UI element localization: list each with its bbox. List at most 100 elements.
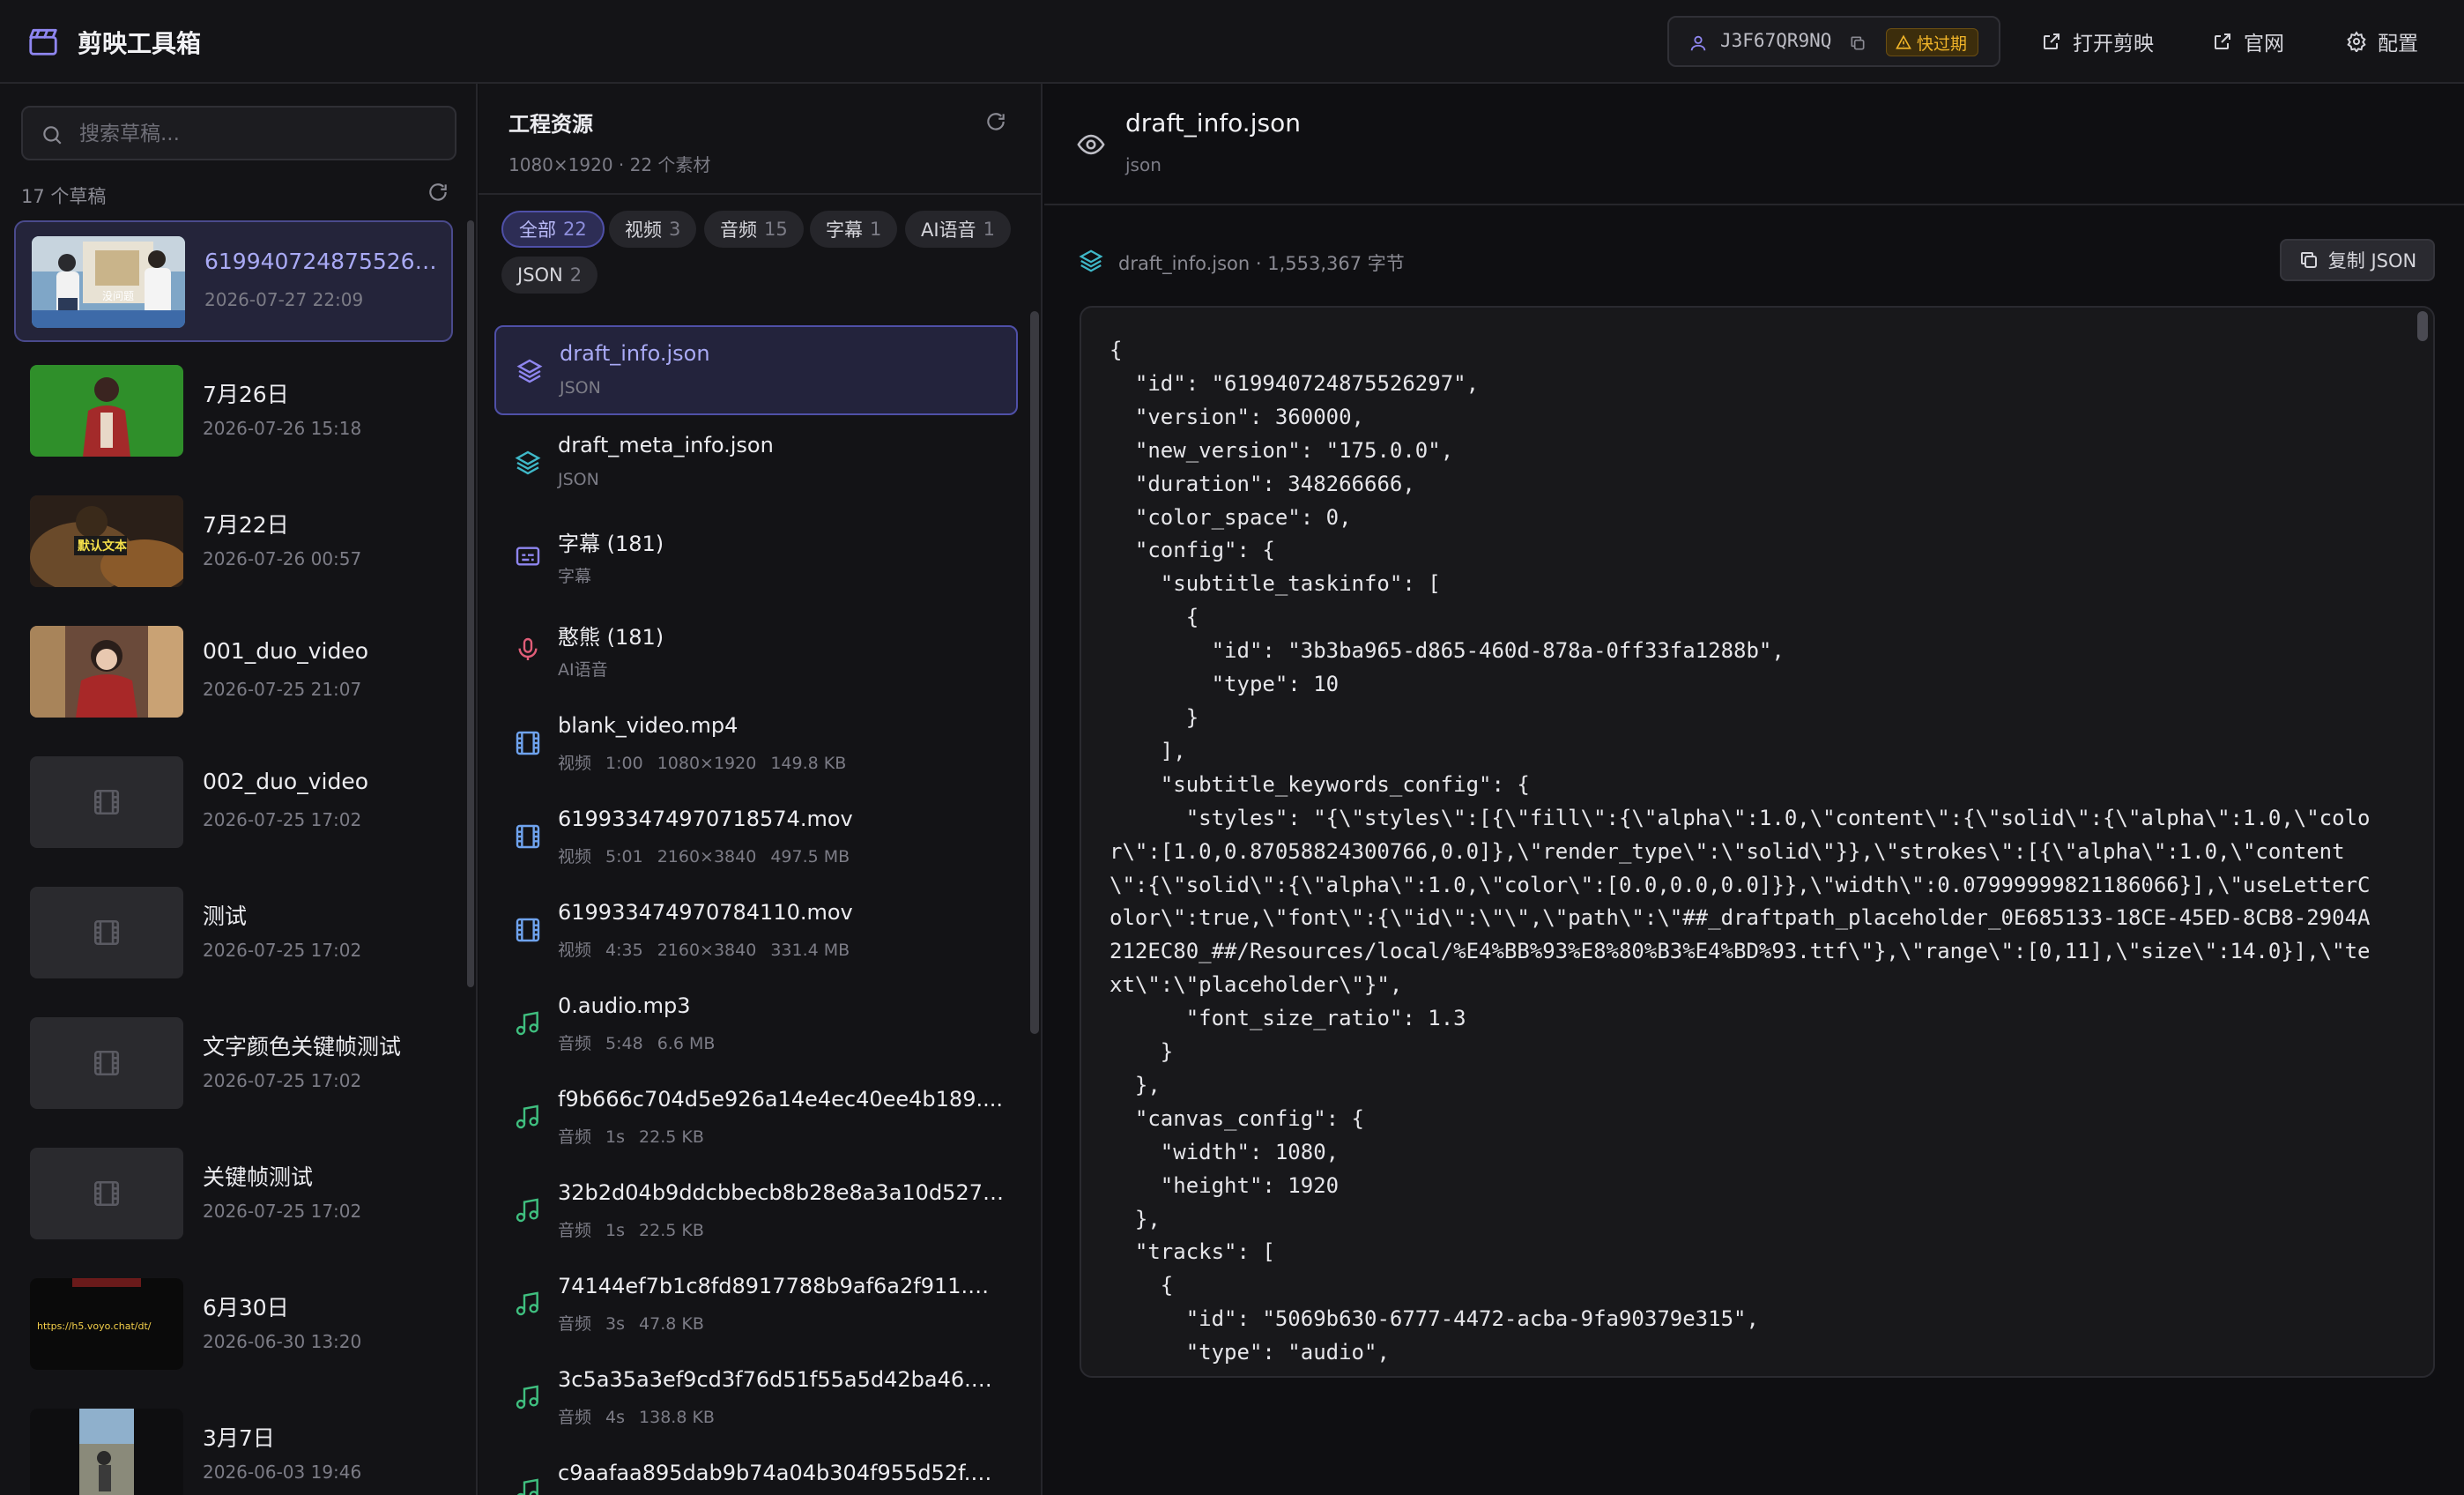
resource-item[interactable]: 619933474970784110.mov 视频 4:35 2160×3840 33… bbox=[494, 886, 1018, 976]
account-id: J3F67QR9NQ bbox=[1720, 30, 1832, 51]
resource-item[interactable]: 619933474970718574.mov 视频 5:01 2160×3840 49… bbox=[494, 792, 1018, 882]
app-root: 剪映工具箱 J3F67QR9NQ 快过期 打开剪映 官网 配置 搜索草稿... … bbox=[0, 0, 2464, 1495]
music-icon bbox=[516, 1011, 538, 1036]
sidebar-scrollbar[interactable] bbox=[467, 220, 474, 987]
draft-item[interactable]: 默认文本 7月22日 2026-07-26 00:57 bbox=[14, 481, 453, 603]
resource-item[interactable]: draft_meta_info.json JSON bbox=[494, 419, 1018, 509]
draft-sidebar: 17 个草稿 没问题 bbox=[0, 84, 478, 1495]
resources-panel: 工程资源 1080×1920 · 22 个素材 全部 22 视频 3 音频 15 字幕… bbox=[479, 84, 1043, 1495]
resource-kind: 音频 bbox=[558, 1127, 592, 1147]
resource-size: 497.5 MB bbox=[770, 847, 850, 867]
settings-button[interactable]: 配置 bbox=[2346, 25, 2418, 58]
chip-count: 1 bbox=[870, 219, 882, 240]
thumbnail-caption: https://h5.voyo.chat/dt/ bbox=[37, 1320, 152, 1332]
search-input[interactable] bbox=[79, 118, 441, 150]
resource-item[interactable]: 0.audio.mp3 音频 5:48 6.6 MB bbox=[494, 979, 1018, 1069]
filter-chip-audio[interactable]: 音频 15 bbox=[704, 211, 804, 248]
draft-thumbnail bbox=[30, 365, 183, 457]
open-jianying-button[interactable]: 打开剪映 bbox=[2041, 25, 2154, 58]
resource-name: 74144ef7b1c8fd8917788b9af6a2f911.mp3 bbox=[558, 1274, 1007, 1298]
draft-item[interactable]: 文字颜色关键帧测试 2026-07-25 17:02 bbox=[14, 1003, 453, 1125]
draft-name: 7月22日 bbox=[203, 512, 289, 538]
chip-label: JSON bbox=[517, 264, 563, 286]
user-icon bbox=[1690, 35, 1706, 51]
json-code-viewer[interactable]: { "id": "619940724875526297", "version":… bbox=[1080, 306, 2435, 1378]
resource-name: 字幕 (181) bbox=[558, 532, 664, 556]
draft-item[interactable]: 测试 2026-07-25 17:02 bbox=[14, 873, 453, 994]
draft-item[interactable]: 7月26日 2026-07-26 15:18 bbox=[14, 351, 453, 472]
resource-item[interactable]: 憨熊 (181) AI语音 bbox=[494, 606, 1018, 695]
resource-meta: 字幕 bbox=[558, 563, 605, 587]
resource-item[interactable]: 字幕 (181) 字幕 bbox=[494, 512, 1018, 602]
resource-name: 3c5a35a3ef9cd3f76d51f55a5d42ba46.m... bbox=[558, 1367, 1007, 1392]
filter-chip-json[interactable]: JSON 2 bbox=[501, 257, 598, 294]
music-icon bbox=[516, 1385, 538, 1409]
resources-scrollbar[interactable] bbox=[1030, 311, 1039, 1034]
draft-name: 6199407248755262... bbox=[204, 249, 442, 274]
refresh-icon[interactable] bbox=[984, 110, 1007, 133]
copy-icon[interactable] bbox=[1849, 34, 1867, 52]
draft-thumbnail-image bbox=[30, 1409, 183, 1495]
copy-json-button[interactable]: 复制 JSON bbox=[2280, 239, 2435, 281]
resource-meta: 音频 3s 47.8 KB bbox=[558, 1311, 718, 1335]
resource-size: 47.8 KB bbox=[639, 1314, 704, 1334]
resource-kind: AI语音 bbox=[558, 660, 608, 680]
divider bbox=[479, 193, 1041, 195]
draft-item[interactable]: 3月7日 2026-06-03 19:46 bbox=[14, 1395, 453, 1495]
resource-meta: 音频 1s 22.5 KB bbox=[558, 1124, 718, 1148]
account-panel: J3F67QR9NQ 快过期 bbox=[1667, 16, 2000, 67]
resources-subtitle: 1080×1920 · 22 个素材 bbox=[508, 154, 711, 175]
resource-name: c9aafaa895dab9b74a04b304f955d52f.m... bbox=[558, 1461, 1007, 1485]
chip-count: 1 bbox=[983, 219, 995, 240]
refresh-icon[interactable] bbox=[427, 181, 449, 204]
draft-item[interactable]: 002_duo_video 2026-07-25 17:02 bbox=[14, 742, 453, 864]
film-icon bbox=[93, 919, 120, 946]
resource-item[interactable]: 3c5a35a3ef9cd3f76d51f55a5d42ba46.m... 音频… bbox=[494, 1353, 1018, 1443]
resource-name: 619933474970718574.mov bbox=[558, 807, 853, 831]
resource-kind: 音频 bbox=[558, 1314, 592, 1334]
resource-item[interactable]: 32b2d04b9ddcbbecb8b28e8a3a10d527.... 音频 1… bbox=[494, 1166, 1018, 1256]
copy-json-label: 复制 JSON bbox=[2327, 250, 2417, 271]
draft-thumbnail bbox=[30, 1409, 183, 1495]
draft-item[interactable]: 001_duo_video 2026-07-25 21:07 bbox=[14, 612, 453, 733]
resource-resolution: 2160×3840 bbox=[657, 941, 757, 960]
resource-meta: 视频 1:00 1080×1920 149.8 KB bbox=[558, 750, 860, 774]
resource-name: 0.audio.mp3 bbox=[558, 993, 691, 1018]
website-button[interactable]: 官网 bbox=[2212, 25, 2284, 58]
draft-thumbnail-placeholder bbox=[30, 1148, 183, 1239]
draft-date: 2026-07-26 15:18 bbox=[203, 418, 362, 439]
draft-thumbnail-image: 没问题 bbox=[32, 236, 185, 328]
code-scrollbar[interactable] bbox=[2417, 311, 2428, 341]
layers-icon bbox=[1079, 249, 1103, 272]
clapperboard-icon bbox=[29, 28, 57, 56]
draft-date: 2026-07-25 17:02 bbox=[203, 1201, 362, 1222]
resource-item[interactable]: draft_info.json JSON bbox=[494, 325, 1018, 415]
filter-chip-ai-voice[interactable]: AI语音 1 bbox=[905, 211, 1011, 248]
resource-resolution: 2160×3840 bbox=[657, 847, 757, 867]
film-icon bbox=[516, 731, 540, 755]
draft-name: 3月7日 bbox=[203, 1425, 275, 1451]
filter-chip-subtitle[interactable]: 字幕 1 bbox=[810, 211, 898, 248]
subtitle-icon bbox=[516, 547, 540, 566]
filter-chip-all[interactable]: 全部 22 bbox=[501, 211, 605, 248]
music-icon bbox=[516, 1105, 538, 1129]
resource-item[interactable]: 74144ef7b1c8fd8917788b9af6a2f911.mp3 音频 3… bbox=[494, 1260, 1018, 1350]
resource-item[interactable]: blank_video.mp4 视频 1:00 1080×1920 149.8 KB bbox=[494, 699, 1018, 789]
resource-name: f9b666c704d5e926a14e4ec40ee4b189.... bbox=[558, 1087, 1003, 1112]
eye-icon bbox=[1077, 134, 1105, 155]
draft-name: 7月26日 bbox=[203, 382, 289, 407]
preview-panel: draft_info.json json draft_info.json · 1… bbox=[1044, 84, 2464, 1495]
resource-kind: JSON bbox=[558, 470, 599, 489]
microphone-icon bbox=[518, 637, 538, 660]
chip-count: 2 bbox=[569, 264, 583, 286]
top-header: 剪映工具箱 J3F67QR9NQ 快过期 打开剪映 官网 配置 bbox=[0, 0, 2464, 84]
resource-item[interactable]: f9b666c704d5e926a14e4ec40ee4b189.... 音频 1… bbox=[494, 1073, 1018, 1163]
open-jianying-label: 打开剪映 bbox=[2073, 33, 2154, 56]
resource-item[interactable]: c9aafaa895dab9b74a04b304f955d52f.m... 音频 bbox=[494, 1447, 1018, 1495]
draft-item[interactable]: https://h5.voyo.chat/dt/ 6月30日 2026-06-3… bbox=[14, 1264, 453, 1386]
gear-icon bbox=[2347, 31, 2366, 52]
resource-kind: 视频 bbox=[558, 754, 592, 773]
filter-chip-video[interactable]: 视频 3 bbox=[609, 211, 697, 248]
draft-item[interactable]: 没问题 6199407248755262... 2026-07-27 22:09 bbox=[14, 220, 453, 342]
draft-item[interactable]: 关键帧测试 2026-07-25 17:02 bbox=[14, 1134, 453, 1255]
